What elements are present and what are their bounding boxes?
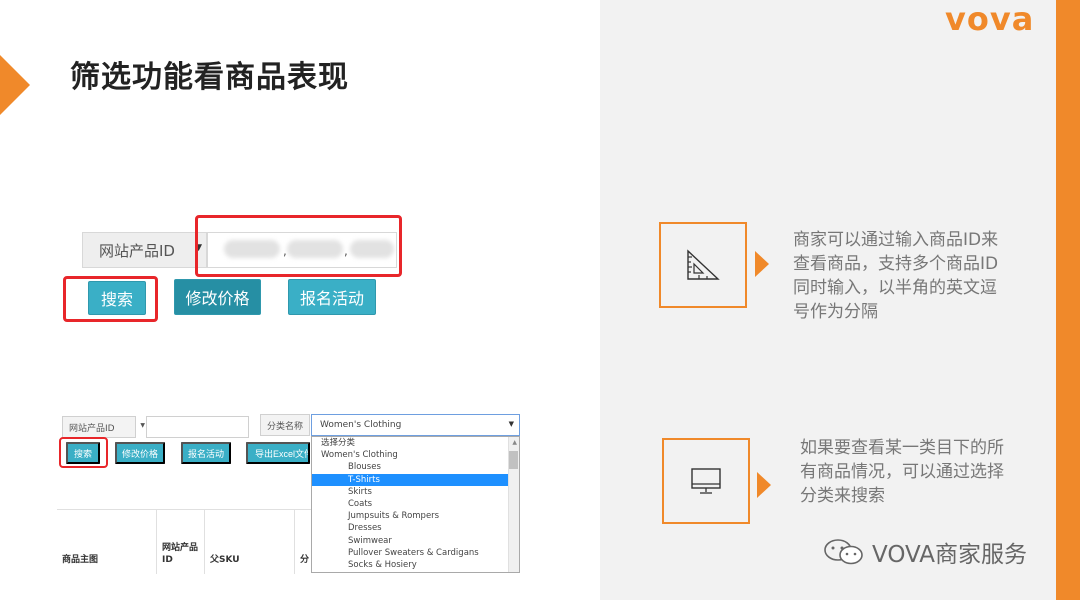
vova-logo: vova bbox=[945, 0, 1035, 38]
slide-arrow-decoration bbox=[0, 55, 30, 115]
category-label: 分类名称 bbox=[260, 414, 310, 436]
product-id-label-text: 网站产品ID bbox=[99, 241, 175, 260]
watermark-text: VOVA商家服务 bbox=[872, 542, 1028, 568]
small-product-id-input[interactable] bbox=[146, 416, 249, 438]
table-header-cell: 商品主图 bbox=[57, 510, 157, 574]
product-table-header: 商品主图 网站产品ID 父SKU 分 bbox=[57, 509, 320, 574]
dropdown-option[interactable]: 选择分类 bbox=[312, 437, 509, 449]
modify-price-button[interactable]: 修改价格 bbox=[174, 279, 261, 315]
ruler-triangle-icon bbox=[687, 249, 720, 280]
watermark: VOVA商家服务 bbox=[822, 535, 1027, 569]
dropdown-option[interactable]: Dresses bbox=[312, 522, 509, 534]
small-modify-price-button[interactable]: 修改价格 bbox=[115, 442, 165, 464]
dropdown-option[interactable]: Coats bbox=[312, 498, 509, 510]
monitor-icon bbox=[691, 468, 721, 494]
small-product-id-label[interactable]: 网站产品ID ▼ bbox=[62, 416, 145, 438]
panel-arrow-1 bbox=[755, 251, 769, 277]
table-header-cell: 父SKU bbox=[205, 510, 295, 574]
dropdown-option[interactable]: Women's Clothing bbox=[312, 449, 509, 461]
orange-side-bar bbox=[1056, 0, 1080, 600]
highlight-box-id-input bbox=[195, 215, 402, 277]
table-header-cell: 网站产品ID bbox=[157, 510, 205, 574]
highlight-box-search bbox=[63, 276, 158, 322]
table-header-parent-sku: 父SKU bbox=[210, 555, 240, 565]
category-select[interactable]: Women's Clothing ▼ bbox=[311, 414, 520, 436]
dropdown-option[interactable]: Jumpsuits & Rompers bbox=[312, 510, 509, 522]
wechat-icon bbox=[824, 539, 863, 565]
category-dropdown-list[interactable]: 选择分类 Women's Clothing Blouses T-Shirts Skirt… bbox=[311, 436, 520, 573]
ruler-triangle-icon-box bbox=[659, 222, 747, 308]
dropdown-scrollbar[interactable]: ▲ bbox=[508, 437, 519, 572]
dropdown-option[interactable]: T-Shirts bbox=[312, 473, 509, 486]
feature-description-2: 如果要查看某一类目下的所有商品情况，可以通过选择分类来搜索 bbox=[800, 438, 1004, 506]
caret-down-icon: ▼ bbox=[508, 420, 514, 428]
slide-title: 筛选功能看商品表现 bbox=[70, 60, 349, 95]
feature-description-1: 商家可以通过输入商品ID来查看商品，支持多个商品ID同时输入，以半角的英文逗号作… bbox=[793, 230, 999, 322]
highlight-box-small-search bbox=[59, 437, 108, 468]
scrollbar-thumb[interactable] bbox=[509, 451, 518, 469]
register-activity-button[interactable]: 报名活动 bbox=[288, 279, 376, 315]
dropdown-options: 选择分类 Women's Clothing Blouses T-Shirts Skirt… bbox=[312, 437, 509, 571]
product-id-field-label[interactable]: 网站产品ID ▼ bbox=[82, 232, 207, 268]
category-select-value: Women's Clothing bbox=[320, 420, 402, 430]
dropdown-option[interactable]: Blouses bbox=[312, 461, 509, 473]
table-header-category: 分 bbox=[300, 555, 310, 565]
small-register-activity-button[interactable]: 报名活动 bbox=[181, 442, 231, 464]
small-product-id-label-text: 网站产品ID bbox=[69, 423, 115, 434]
table-header-product-id: 网站产品ID bbox=[162, 543, 199, 565]
monitor-icon-box bbox=[662, 438, 750, 524]
table-header-main-image: 商品主图 bbox=[62, 555, 99, 565]
scroll-up-icon[interactable]: ▲ bbox=[512, 439, 517, 446]
export-excel-button[interactable]: 导出Excel文件 bbox=[246, 442, 310, 464]
panel-arrow-2 bbox=[757, 472, 771, 498]
caret-down-icon: ▼ bbox=[140, 422, 145, 429]
dropdown-option[interactable]: Socks & Hosiery bbox=[312, 559, 509, 571]
dropdown-option[interactable]: Skirts bbox=[312, 486, 509, 498]
dropdown-option[interactable]: Pullover Sweaters & Cardigans bbox=[312, 547, 509, 559]
dropdown-option[interactable]: Swimwear bbox=[312, 535, 509, 547]
